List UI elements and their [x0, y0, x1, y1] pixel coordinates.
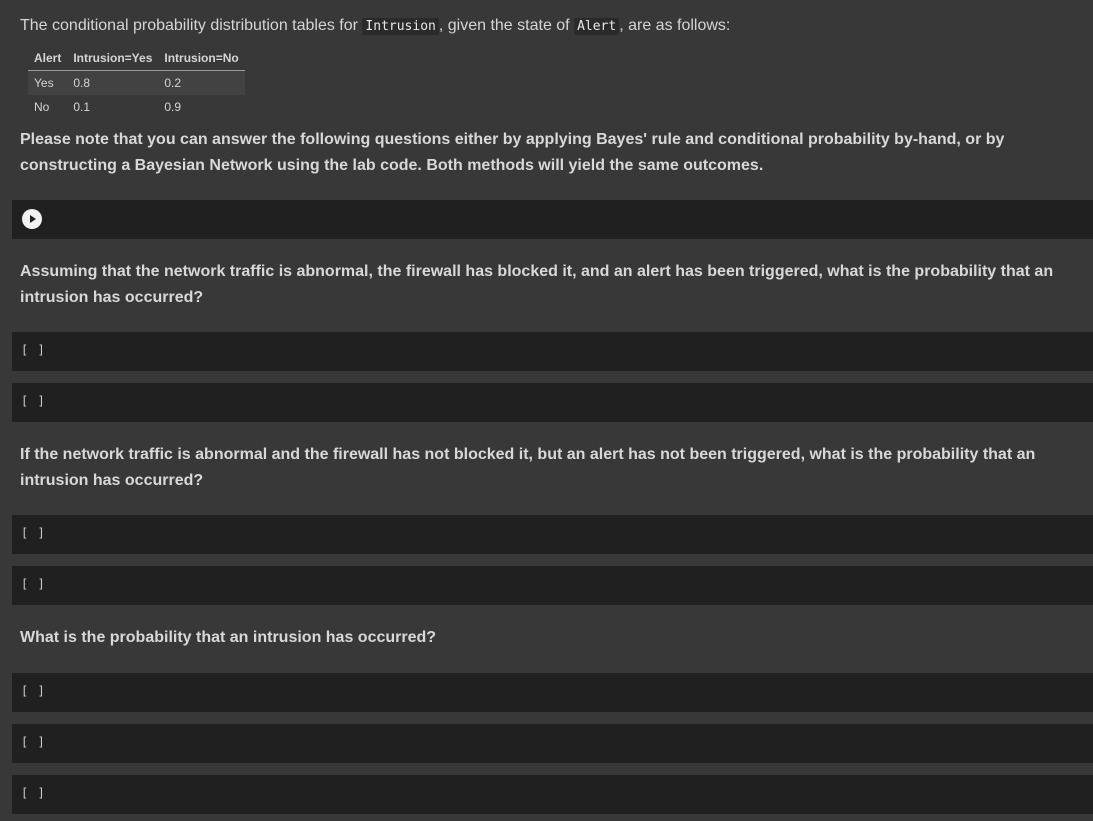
cpt-header-intrusion-yes: Intrusion=Yes	[67, 46, 159, 71]
cpt-cell: 0.9	[164, 100, 182, 114]
cpt-cell: No	[34, 100, 50, 114]
code-cell[interactable]: [ ]	[12, 673, 1093, 712]
cpt-cell: Yes	[28, 70, 68, 95]
code-cell[interactable]: [ ]	[12, 566, 1093, 605]
code-cell[interactable]: [ ]	[12, 775, 1093, 814]
intro-text: The conditional probability distribution…	[20, 15, 730, 38]
intro-before: The conditional probability distribution…	[20, 17, 363, 34]
cell-prompt: [ ]	[21, 786, 46, 800]
intro-after: , are as follows:	[619, 17, 731, 34]
question-1: Assuming that the network traffic is abn…	[20, 263, 1054, 306]
code-cell[interactable]: [ ]	[12, 515, 1093, 554]
code-cell[interactable]: [ ]	[12, 383, 1093, 422]
cpt-cell: 0.2	[158, 70, 245, 95]
intro-middle: , given the state of	[438, 17, 575, 34]
cell-prompt: [ ]	[21, 735, 46, 749]
code-cell-run[interactable]	[12, 200, 1093, 239]
code-intrusion: Intrusion	[362, 18, 439, 35]
code-cell[interactable]: [ ]	[12, 724, 1093, 763]
question-2: If the network traffic is abnormal and t…	[20, 446, 1036, 489]
cell-prompt: [ ]	[21, 684, 46, 698]
cpt-header-row: Alert Intrusion=Yes Intrusion=No	[28, 46, 245, 71]
cell-prompt: [ ]	[21, 577, 46, 591]
cpt-cell: 0.8	[67, 70, 159, 95]
cell-prompt: [ ]	[21, 343, 46, 357]
cell-prompt: [ ]	[21, 526, 46, 540]
table-row: Yes 0.8 0.2	[28, 70, 245, 95]
cell-prompt: [ ]	[21, 394, 46, 408]
code-alert: Alert	[574, 18, 620, 35]
play-icon[interactable]	[22, 209, 42, 229]
table-row: No 0.1 0.9	[28, 95, 245, 119]
note-paragraph: Please note that you can answer the foll…	[20, 131, 1005, 174]
cpt-cell: 0.1	[73, 100, 91, 114]
question-3: What is the probability that an intrusio…	[20, 629, 437, 646]
cpt-table: Alert Intrusion=Yes Intrusion=No Yes 0.8…	[28, 46, 245, 119]
cpt-header-intrusion-no: Intrusion=No	[158, 46, 245, 71]
cpt-header-alert: Alert	[28, 46, 68, 71]
code-cell[interactable]: [ ]	[12, 332, 1093, 371]
